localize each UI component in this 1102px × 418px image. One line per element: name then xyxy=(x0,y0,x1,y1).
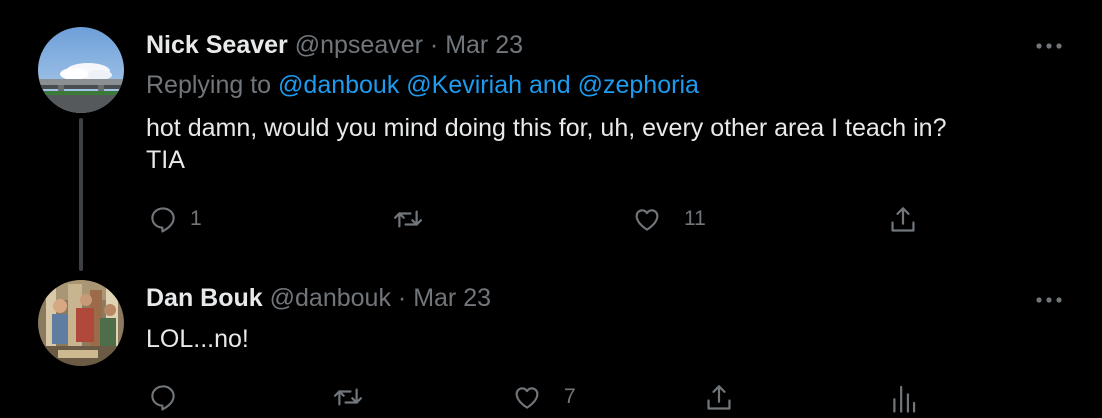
share-icon xyxy=(891,207,915,232)
like-count: 11 xyxy=(684,207,706,230)
display-name[interactable]: Nick Seaver xyxy=(146,31,288,59)
mention-link[interactable]: @zephoria xyxy=(578,71,699,99)
tweet-date[interactable]: Mar 23 xyxy=(445,31,523,59)
more-icon xyxy=(1036,297,1062,303)
reply-count: 1 xyxy=(190,207,202,230)
avatar[interactable] xyxy=(38,27,124,113)
heart-icon xyxy=(635,209,659,231)
more-button[interactable] xyxy=(1032,290,1068,310)
avatar-image xyxy=(38,27,124,113)
like-button[interactable]: 7 xyxy=(512,382,576,412)
replying-to: Replying to @danbouk @Keviriah and @zeph… xyxy=(146,70,699,100)
tweet-text-line: hot damn, would you mind doing this for,… xyxy=(146,114,947,142)
retweet-icon xyxy=(393,210,423,228)
like-count: 7 xyxy=(564,385,576,408)
reply-icon xyxy=(151,207,175,233)
replying-to-label: Replying to xyxy=(146,71,272,99)
tweet-text: hot damn, would you mind doing this for,… xyxy=(146,112,1046,176)
like-button[interactable]: 11 xyxy=(632,204,706,234)
mention-joiner[interactable]: and xyxy=(529,71,571,99)
thread-line xyxy=(79,118,83,271)
separator-dot: · xyxy=(397,284,407,312)
share-icon xyxy=(707,385,731,410)
tweet[interactable]: Dan Bouk @danbouk · Mar 23 LOL...no! 7 xyxy=(0,268,1102,418)
tweet-text-line: LOL...no! xyxy=(146,325,249,353)
heart-icon xyxy=(515,387,539,409)
tweet-text: LOL...no! xyxy=(146,323,249,355)
reply-button[interactable] xyxy=(148,382,190,412)
user-handle[interactable]: @npseaver xyxy=(295,31,423,59)
more-icon xyxy=(1036,43,1062,49)
analytics-button[interactable] xyxy=(890,382,916,414)
user-handle[interactable]: @danbouk xyxy=(270,284,391,312)
retweet-icon xyxy=(333,388,363,406)
share-button[interactable] xyxy=(888,204,918,236)
avatar[interactable] xyxy=(38,280,124,366)
tweet-text-line: TIA xyxy=(146,146,185,174)
tweet-header: Nick Seaver @npseaver · Mar 23 xyxy=(146,30,523,60)
analytics-icon xyxy=(893,385,916,413)
reply-icon xyxy=(151,385,175,411)
retweet-button[interactable] xyxy=(392,204,436,234)
tweet[interactable]: Nick Seaver @npseaver · Mar 23 Replying … xyxy=(0,0,1102,271)
tweet-header: Dan Bouk @danbouk · Mar 23 xyxy=(146,283,491,313)
mention-link[interactable]: @Keviriah xyxy=(406,71,522,99)
reply-button[interactable]: 1 xyxy=(148,204,202,234)
avatar-image xyxy=(38,280,124,366)
more-button[interactable] xyxy=(1032,36,1068,56)
share-button[interactable] xyxy=(704,382,734,414)
tweet-date[interactable]: Mar 23 xyxy=(413,284,491,312)
retweet-button[interactable] xyxy=(332,382,376,412)
mention-link[interactable]: @danbouk xyxy=(278,71,399,99)
separator-dot: · xyxy=(429,31,439,59)
display-name[interactable]: Dan Bouk xyxy=(146,284,263,312)
